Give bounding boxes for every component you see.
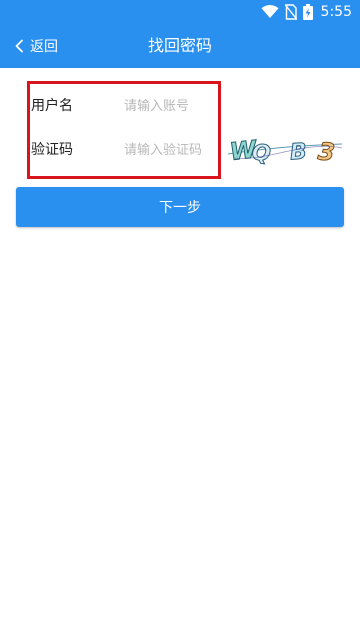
chevron-left-icon	[15, 39, 23, 53]
username-input[interactable]	[124, 92, 220, 120]
battery-icon	[302, 4, 313, 20]
username-label: 用户名	[31, 98, 73, 114]
status-icons: 5:55	[261, 3, 352, 21]
captcha-label: 验证码	[31, 142, 73, 158]
app-bar: 返回 找回密码	[0, 24, 360, 68]
captcha-image[interactable]: W Q B 3	[226, 132, 344, 168]
back-button[interactable]: 返回	[14, 24, 58, 68]
status-time: 5:55	[320, 4, 352, 20]
svg-text:B: B	[289, 139, 307, 165]
back-label: 返回	[30, 39, 58, 55]
username-row: 用户名	[0, 84, 360, 128]
next-step-button[interactable]: 下一步	[16, 187, 344, 227]
wifi-icon	[261, 5, 279, 18]
svg-text:3: 3	[317, 137, 337, 167]
svg-text:Q: Q	[250, 140, 272, 167]
captcha-input[interactable]	[124, 136, 220, 164]
status-bar: 5:55	[0, 0, 360, 24]
no-sim-icon	[284, 4, 297, 20]
